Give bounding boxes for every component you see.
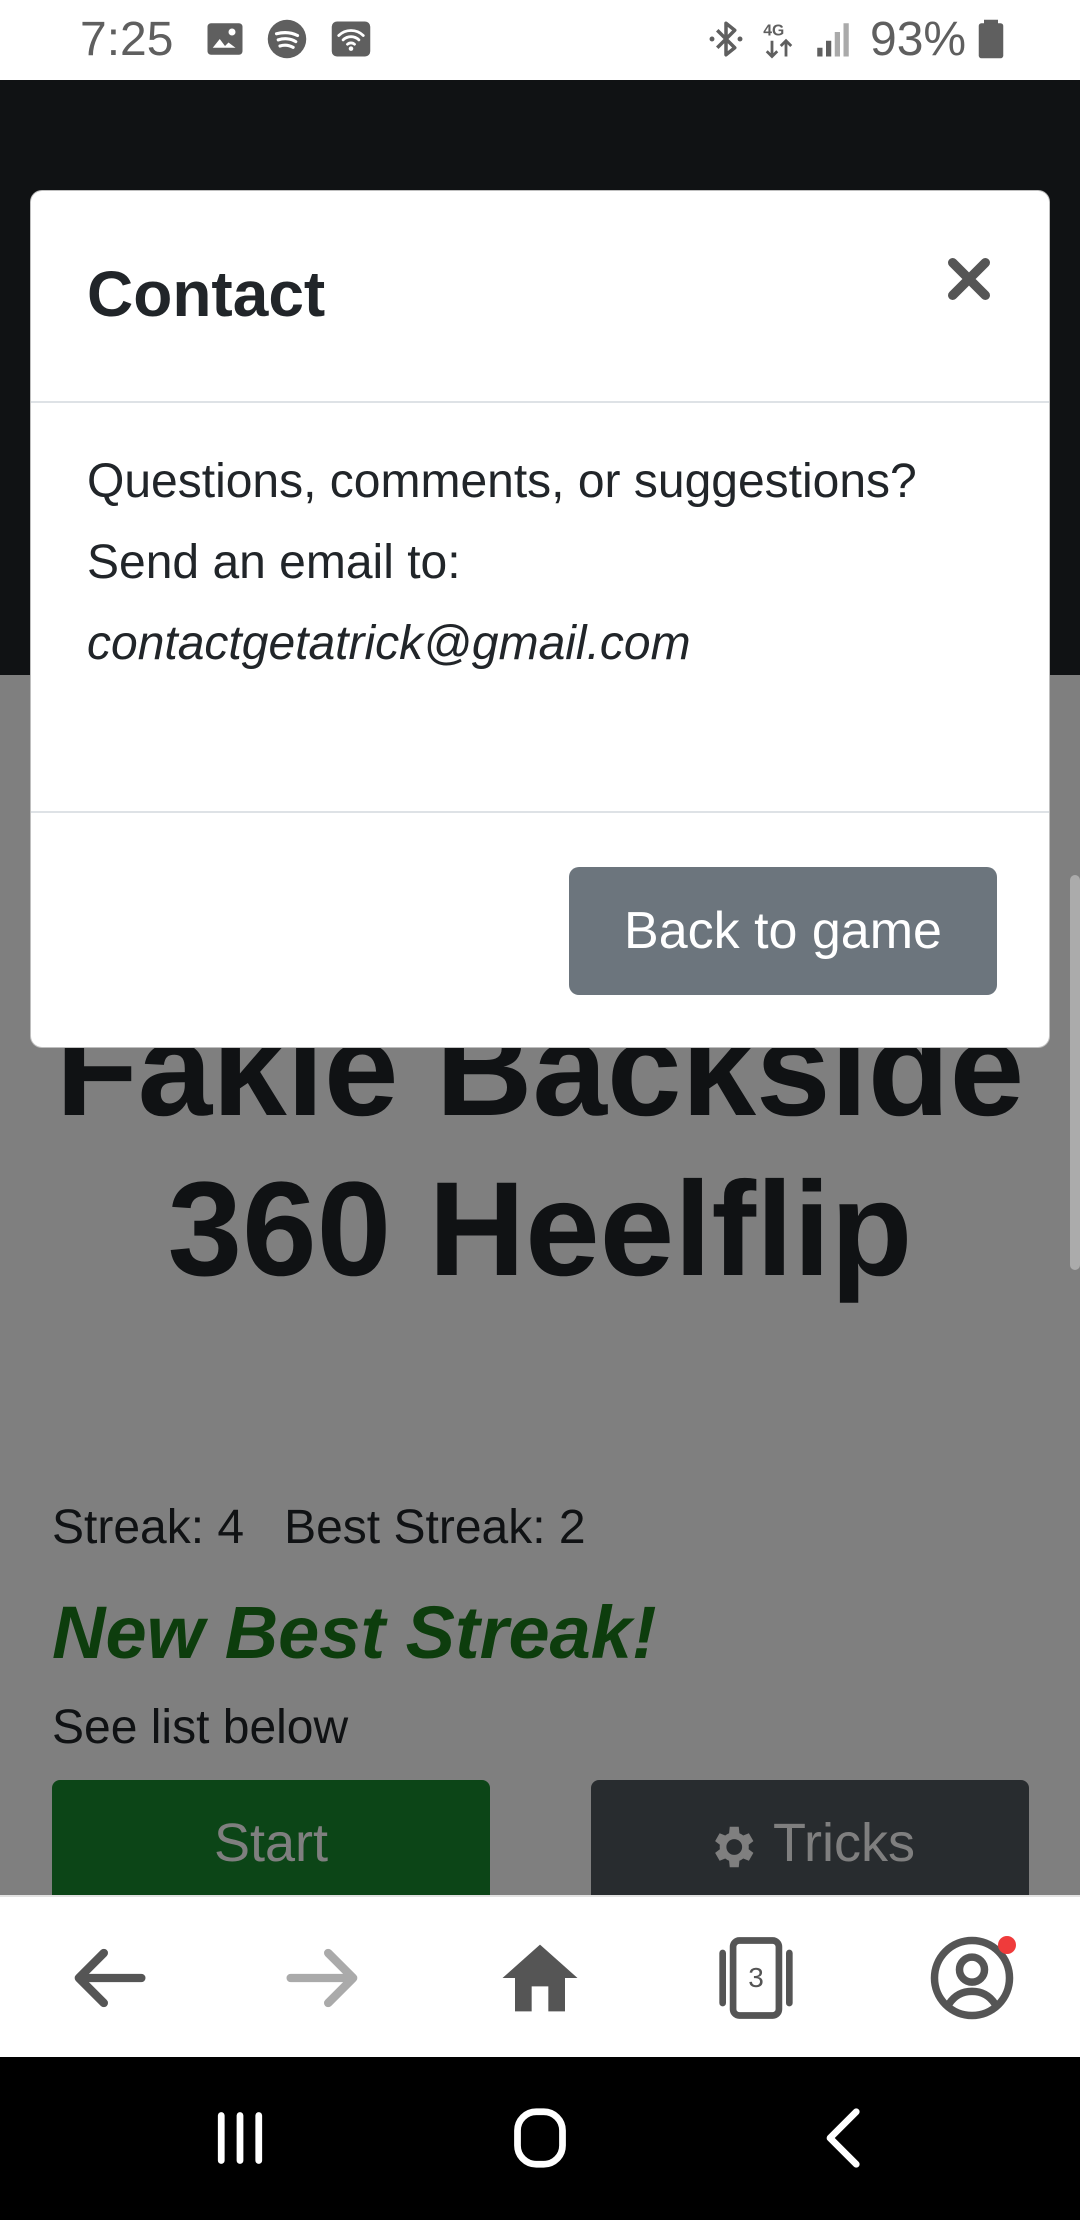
wifi-hotspot-icon — [331, 21, 371, 57]
home-circle-icon[interactable] — [490, 2093, 590, 2183]
modal-footer: Back to game — [31, 811, 1049, 1047]
contact-message: Questions, comments, or suggestions? Sen… — [87, 455, 917, 589]
forward-arrow-icon[interactable] — [274, 1928, 374, 2028]
svg-text:4G: 4G — [763, 23, 784, 40]
gallery-icon — [207, 23, 243, 55]
notification-dot — [998, 1936, 1016, 1954]
battery-percent: 93% — [870, 13, 967, 66]
bluetooth-icon — [709, 21, 743, 57]
modal-header: Contact — [31, 191, 1049, 403]
home-icon[interactable] — [490, 1928, 590, 2028]
back-to-game-button[interactable]: Back to game — [569, 867, 997, 995]
4g-data-icon: 4G — [763, 23, 793, 59]
contact-email: contactgetatrick@gmail.com — [87, 617, 691, 670]
battery-icon — [978, 19, 1004, 59]
spotify-icon — [267, 19, 307, 59]
scrollbar[interactable] — [1070, 875, 1080, 1270]
browser-toolbar: 3 — [0, 1895, 1080, 2057]
back-chevron-icon[interactable] — [795, 2093, 895, 2183]
recents-icon[interactable] — [190, 2093, 290, 2183]
back-arrow-icon[interactable] — [58, 1928, 158, 2028]
status-bar: 7:25 4G 93% — [0, 0, 1080, 80]
tabs-button[interactable]: 3 — [706, 1928, 806, 2028]
page-content: Fakie Backside 360 Heelflip Streak: 4Bes… — [0, 80, 1080, 1895]
signal-icon — [817, 23, 849, 57]
close-icon[interactable] — [941, 251, 997, 307]
modal-title: Contact — [87, 258, 326, 330]
modal-body: Questions, comments, or suggestions? Sen… — [87, 441, 987, 684]
contact-modal: Contact Questions, comments, or suggesti… — [30, 190, 1050, 1048]
tab-count: 3 — [748, 1962, 764, 1993]
system-nav-bar — [0, 2057, 1080, 2220]
account-button[interactable] — [922, 1928, 1022, 2028]
status-time: 7:25 — [80, 13, 174, 66]
